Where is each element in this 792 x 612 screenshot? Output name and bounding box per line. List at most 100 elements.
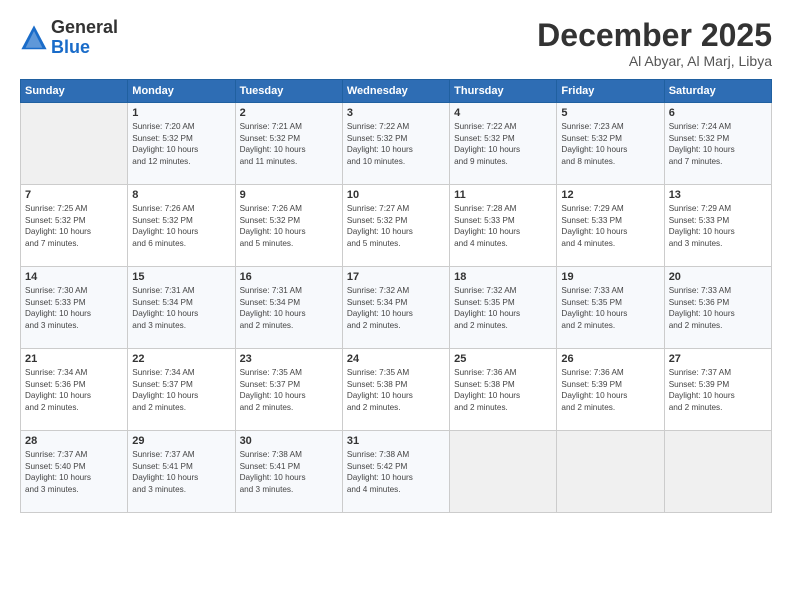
calendar-page: GeneralBlue December 2025 Al Abyar, Al M… [0,0,792,612]
day-number: 3 [347,107,445,119]
day-cell: 2Sunrise: 7:21 AM Sunset: 5:32 PM Daylig… [235,103,342,185]
day-number: 14 [25,271,123,283]
day-info: Sunrise: 7:35 AM Sunset: 5:38 PM Dayligh… [347,367,445,413]
day-info: Sunrise: 7:26 AM Sunset: 5:32 PM Dayligh… [132,203,230,249]
day-info: Sunrise: 7:34 AM Sunset: 5:36 PM Dayligh… [25,367,123,413]
day-number: 6 [669,107,767,119]
day-cell: 13 Sunrise: 7:29 AM Sunset: 5:33 PM Dayli… [664,185,771,267]
day-number: 28 [25,435,123,447]
day-number: 30 [240,435,338,447]
day-number: 17 [347,271,445,283]
day-number: 1 [132,107,230,119]
day-number: 2 [240,107,338,119]
day-info: Sunrise: 7:32 AM Sunset: 5:34 PM Dayligh… [347,285,445,331]
weekday-header-row: SundayMondayTuesdayWednesdayThursdayFrid… [21,80,772,103]
day-number: 25 [454,353,552,365]
title-block: December 2025 Al Abyar, Al Marj, Libya [537,18,772,69]
day-info: Sunrise: 7:31 AM Sunset: 5:34 PM Dayligh… [132,285,230,331]
day-cell: 31Sunrise: 7:38 AM Sunset: 5:42 PM Dayli… [342,431,449,513]
day-cell: 15Sunrise: 7:31 AM Sunset: 5:34 PM Dayli… [128,267,235,349]
day-number: 10 [347,189,445,201]
week-row-1: 1 Sunrise: 7:20 AM Sunset: 5:32 PM Daylig… [21,103,772,185]
day-info: Sunrise: 7:33 AM Sunset: 5:35 PM Dayligh… [561,285,659,331]
day-info: Sunrise: 7:20 AM Sunset: 5:32 PM Dayligh… [132,121,230,167]
day-number: 20 [669,271,767,283]
day-cell: 12 Sunrise: 7:29 AM Sunset: 5:33 PM Dayli… [557,185,664,267]
weekday-header-tuesday: Tuesday [235,80,342,103]
day-cell: 17 Sunrise: 7:32 AM Sunset: 5:34 PM Dayli… [342,267,449,349]
day-number: 5 [561,107,659,119]
day-number: 16 [240,271,338,283]
location: Al Abyar, Al Marj, Libya [537,53,772,69]
day-cell: 10 Sunrise: 7:27 AM Sunset: 5:32 PM Dayli… [342,185,449,267]
weekday-header-friday: Friday [557,80,664,103]
day-cell: 25 Sunrise: 7:36 AM Sunset: 5:38 PM Dayli… [450,349,557,431]
day-info: Sunrise: 7:28 AM Sunset: 5:33 PM Dayligh… [454,203,552,249]
day-number: 8 [132,189,230,201]
day-info: Sunrise: 7:36 AM Sunset: 5:39 PM Dayligh… [561,367,659,413]
day-cell: 7 Sunrise: 7:25 AM Sunset: 5:32 PM Daylig… [21,185,128,267]
day-info: Sunrise: 7:37 AM Sunset: 5:41 PM Dayligh… [132,449,230,495]
day-cell: 24 Sunrise: 7:35 AM Sunset: 5:38 PM Dayli… [342,349,449,431]
logo-name: GeneralBlue [51,18,118,58]
day-info: Sunrise: 7:29 AM Sunset: 5:33 PM Dayligh… [669,203,767,249]
weekday-header-saturday: Saturday [664,80,771,103]
weekday-header-monday: Monday [128,80,235,103]
week-row-5: 28Sunrise: 7:37 AM Sunset: 5:40 PM Dayli… [21,431,772,513]
day-cell: 1 Sunrise: 7:20 AM Sunset: 5:32 PM Daylig… [128,103,235,185]
day-info: Sunrise: 7:36 AM Sunset: 5:38 PM Dayligh… [454,367,552,413]
day-info: Sunrise: 7:30 AM Sunset: 5:33 PM Dayligh… [25,285,123,331]
day-info: Sunrise: 7:34 AM Sunset: 5:37 PM Dayligh… [132,367,230,413]
day-info: Sunrise: 7:33 AM Sunset: 5:36 PM Dayligh… [669,285,767,331]
day-number: 24 [347,353,445,365]
day-info: Sunrise: 7:31 AM Sunset: 5:34 PM Dayligh… [240,285,338,331]
day-number: 29 [132,435,230,447]
day-info: Sunrise: 7:29 AM Sunset: 5:33 PM Dayligh… [561,203,659,249]
day-cell: 3 Sunrise: 7:22 AM Sunset: 5:32 PM Daylig… [342,103,449,185]
day-cell: 21 Sunrise: 7:34 AM Sunset: 5:36 PM Dayli… [21,349,128,431]
day-info: Sunrise: 7:38 AM Sunset: 5:42 PM Dayligh… [347,449,445,495]
day-info: Sunrise: 7:37 AM Sunset: 5:39 PM Dayligh… [669,367,767,413]
day-cell [450,431,557,513]
day-cell: 11 Sunrise: 7:28 AM Sunset: 5:33 PM Dayli… [450,185,557,267]
day-cell: 14 Sunrise: 7:30 AM Sunset: 5:33 PM Dayli… [21,267,128,349]
day-cell [21,103,128,185]
day-cell: 20 Sunrise: 7:33 AM Sunset: 5:36 PM Dayli… [664,267,771,349]
day-cell: 8 Sunrise: 7:26 AM Sunset: 5:32 PM Daylig… [128,185,235,267]
day-info: Sunrise: 7:38 AM Sunset: 5:41 PM Dayligh… [240,449,338,495]
day-info: Sunrise: 7:22 AM Sunset: 5:32 PM Dayligh… [347,121,445,167]
day-cell: 5 Sunrise: 7:23 AM Sunset: 5:32 PM Daylig… [557,103,664,185]
day-info: Sunrise: 7:23 AM Sunset: 5:32 PM Dayligh… [561,121,659,167]
day-info: Sunrise: 7:25 AM Sunset: 5:32 PM Dayligh… [25,203,123,249]
day-number: 11 [454,189,552,201]
day-number: 4 [454,107,552,119]
day-info: Sunrise: 7:24 AM Sunset: 5:32 PM Dayligh… [669,121,767,167]
day-number: 7 [25,189,123,201]
day-cell: 19 Sunrise: 7:33 AM Sunset: 5:35 PM Dayli… [557,267,664,349]
day-number: 22 [132,353,230,365]
day-cell: 18Sunrise: 7:32 AM Sunset: 5:35 PM Dayli… [450,267,557,349]
day-cell: 9Sunrise: 7:26 AM Sunset: 5:32 PM Daylig… [235,185,342,267]
day-number: 9 [240,189,338,201]
day-number: 12 [561,189,659,201]
day-cell: 26Sunrise: 7:36 AM Sunset: 5:39 PM Dayli… [557,349,664,431]
day-cell: 28Sunrise: 7:37 AM Sunset: 5:40 PM Dayli… [21,431,128,513]
week-row-4: 21 Sunrise: 7:34 AM Sunset: 5:36 PM Dayli… [21,349,772,431]
weekday-header-wednesday: Wednesday [342,80,449,103]
day-info: Sunrise: 7:27 AM Sunset: 5:32 PM Dayligh… [347,203,445,249]
month-title: December 2025 [537,18,772,53]
day-info: Sunrise: 7:32 AM Sunset: 5:35 PM Dayligh… [454,285,552,331]
day-cell: 30 Sunrise: 7:38 AM Sunset: 5:41 PM Dayli… [235,431,342,513]
header: GeneralBlue December 2025 Al Abyar, Al M… [20,18,772,69]
day-number: 21 [25,353,123,365]
logo-icon [20,24,48,52]
weekday-header-thursday: Thursday [450,80,557,103]
day-cell: 29 Sunrise: 7:37 AM Sunset: 5:41 PM Dayli… [128,431,235,513]
day-number: 19 [561,271,659,283]
day-cell: 23Sunrise: 7:35 AM Sunset: 5:37 PM Dayli… [235,349,342,431]
day-cell: 27 Sunrise: 7:37 AM Sunset: 5:39 PM Dayli… [664,349,771,431]
day-info: Sunrise: 7:35 AM Sunset: 5:37 PM Dayligh… [240,367,338,413]
day-number: 27 [669,353,767,365]
day-number: 13 [669,189,767,201]
day-cell: 22 Sunrise: 7:34 AM Sunset: 5:37 PM Dayli… [128,349,235,431]
